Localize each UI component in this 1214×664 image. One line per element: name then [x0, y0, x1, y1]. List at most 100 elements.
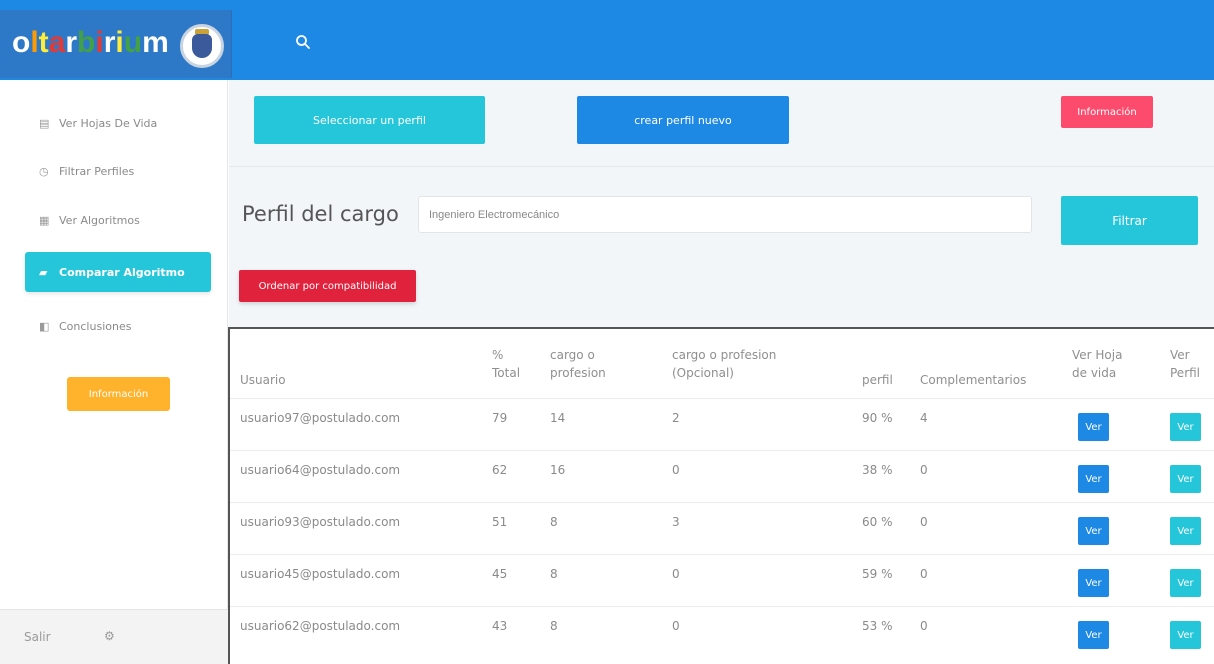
header-ver-hoja-2: de vida [1072, 366, 1117, 380]
sidebar-item-ver-hojas[interactable]: ▤ Ver Hojas De Vida [25, 103, 211, 143]
cell-perfil: 38 % [862, 463, 893, 477]
row-divider [230, 502, 1214, 503]
cell-usuario: usuario97@postulado.com [240, 411, 401, 425]
cell-cargo: 14 [550, 411, 566, 425]
cell-perfil: 59 % [862, 567, 893, 581]
brand-letter: a [48, 26, 66, 59]
cell-total: 79 [492, 411, 508, 425]
view-cv-button[interactable]: Ver [1078, 621, 1109, 649]
search-icon[interactable] [295, 34, 319, 58]
columns-icon: ◧ [39, 319, 50, 333]
brand-letter: m [142, 26, 169, 59]
cell-cargo-opcional: 0 [672, 463, 680, 477]
clock-icon: ◷ [39, 164, 49, 178]
header-cargo-2: profesion [550, 366, 606, 380]
header-complementarios: Complementarios [920, 373, 1027, 387]
view-profile-button[interactable]: Ver [1170, 621, 1201, 649]
brand-letter: i [115, 26, 124, 59]
view-cv-button[interactable]: Ver [1078, 517, 1109, 545]
cell-complementarios: 0 [920, 515, 928, 529]
cell-complementarios: 0 [920, 463, 928, 477]
brand-logo[interactable]: oltarbirium [0, 10, 232, 78]
sidebar-item-label: Ver Hojas De Vida [59, 116, 158, 130]
sidebar: ▤ Ver Hojas De Vida ◷ Filtrar Perfiles ▦… [0, 80, 228, 664]
folder-icon: ▰ [39, 265, 48, 279]
cell-usuario: usuario62@postulado.com [240, 619, 401, 633]
cell-usuario: usuario64@postulado.com [240, 463, 401, 477]
row-divider [230, 398, 1214, 399]
cell-cargo: 8 [550, 619, 558, 633]
brand-letter: t [38, 26, 49, 59]
sidebar-item-algoritmos[interactable]: ▦ Ver Algoritmos [25, 200, 211, 240]
cell-perfil: 60 % [862, 515, 893, 529]
header-total-pct: % [492, 348, 504, 362]
calendar-icon: ▦ [39, 213, 50, 227]
row-divider [230, 554, 1214, 555]
view-profile-button[interactable]: Ver [1170, 569, 1201, 597]
sidebar-item-label: Filtrar Perfiles [59, 164, 135, 178]
header-total: Total [492, 366, 521, 380]
brand-letter: r [103, 26, 116, 59]
sidebar-item-label: Ver Algoritmos [59, 213, 140, 227]
crest-icon [180, 24, 224, 68]
create-profile-button[interactable]: crear perfil nuevo [577, 96, 789, 144]
header-ver-perfil: Ver [1170, 348, 1190, 362]
cell-total: 43 [492, 619, 508, 633]
header-perfil: perfil [862, 373, 893, 387]
brand-letter: u [123, 26, 143, 59]
cell-cargo-opcional: 0 [672, 619, 680, 633]
header-usuario: Usuario [240, 373, 286, 387]
header-cargo: cargo o [550, 348, 595, 362]
row-divider [230, 606, 1214, 607]
sidebar-info-button[interactable]: Información [67, 377, 170, 411]
sidebar-footer: Salir ⚙ [0, 609, 228, 664]
row-divider [230, 450, 1214, 451]
sidebar-item-filtrar[interactable]: ◷ Filtrar Perfiles [25, 151, 211, 191]
view-cv-button[interactable]: Ver [1078, 569, 1109, 597]
cell-cargo: 8 [550, 515, 558, 529]
brand-name: oltarbirium [12, 26, 169, 60]
cell-cargo-opcional: 0 [672, 567, 680, 581]
sidebar-item-comparar[interactable]: ▰ Comparar Algoritmo [25, 252, 211, 292]
cell-complementarios: 0 [920, 619, 928, 633]
cell-complementarios: 0 [920, 567, 928, 581]
cell-total: 62 [492, 463, 508, 477]
sort-button[interactable]: Ordenar por compatibilidad [239, 270, 416, 302]
cell-perfil: 53 % [862, 619, 893, 633]
view-profile-button[interactable]: Ver [1170, 517, 1201, 545]
cell-usuario: usuario45@postulado.com [240, 567, 401, 581]
profile-input[interactable] [418, 196, 1032, 233]
header-cargo-opcional: cargo o profesion [672, 348, 777, 362]
sidebar-item-label: Comparar Algoritmo [59, 265, 185, 279]
view-profile-button[interactable]: Ver [1170, 413, 1201, 441]
cell-usuario: usuario93@postulado.com [240, 515, 401, 529]
brand-letter: i [95, 26, 104, 59]
brand-letter: o [12, 26, 31, 59]
info-button[interactable]: Información [1061, 96, 1153, 128]
cell-cargo: 16 [550, 463, 566, 477]
view-cv-button[interactable]: Ver [1078, 413, 1109, 441]
select-profile-button[interactable]: Seleccionar un perfil [254, 96, 485, 144]
view-cv-button[interactable]: Ver [1078, 465, 1109, 493]
view-profile-button[interactable]: Ver [1170, 465, 1201, 493]
settings-icon[interactable]: ⚙ [104, 629, 115, 643]
cell-complementarios: 4 [920, 411, 928, 425]
sidebar-item-conclusiones[interactable]: ◧ Conclusiones [25, 306, 211, 346]
divider [229, 166, 1214, 167]
cell-total: 45 [492, 567, 508, 581]
cell-cargo-opcional: 3 [672, 515, 680, 529]
brand-letter: l [30, 26, 39, 59]
logout-link[interactable]: Salir [24, 630, 51, 644]
results-table: Usuario % Total cargo o profesion cargo … [228, 327, 1214, 664]
filter-button[interactable]: Filtrar [1061, 196, 1198, 245]
cell-cargo-opcional: 2 [672, 411, 680, 425]
sidebar-item-label: Conclusiones [59, 319, 132, 333]
brand-letter: r [65, 26, 78, 59]
id-card-icon: ▤ [39, 116, 50, 130]
cell-cargo: 8 [550, 567, 558, 581]
header-ver-perfil-2: Perfil [1170, 366, 1201, 380]
profile-label: Perfil del cargo [242, 202, 399, 226]
cell-total: 51 [492, 515, 508, 529]
header-cargo-opcional-2: (Opcional) [672, 366, 734, 380]
cell-perfil: 90 % [862, 411, 893, 425]
